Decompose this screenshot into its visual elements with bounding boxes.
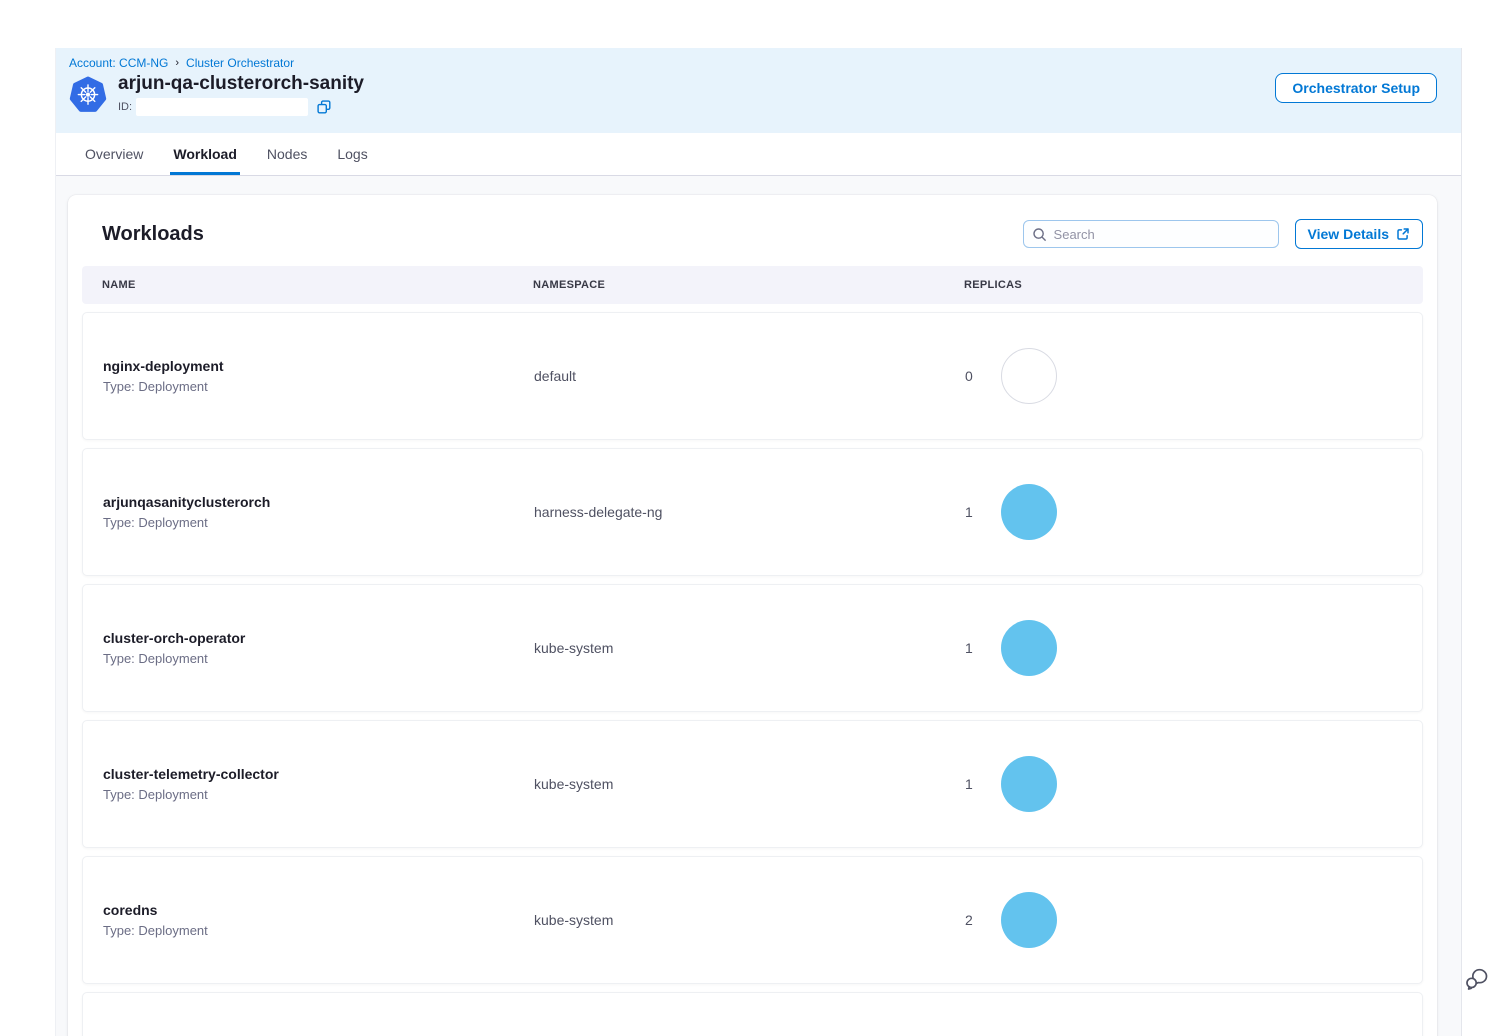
- workload-type: Type: Deployment: [103, 923, 514, 938]
- content-area: Workloads View Details: [56, 176, 1461, 1036]
- workload-namespace: default: [514, 368, 945, 384]
- workload-type: Type: Deployment: [103, 651, 514, 666]
- replica-count: 1: [965, 776, 973, 792]
- workload-namespace: kube-system: [514, 640, 945, 656]
- workload-type: Type: Deployment: [103, 379, 514, 394]
- page-title: arjun-qa-clusterorch-sanity: [118, 73, 364, 95]
- copy-icon[interactable]: [317, 100, 331, 114]
- replica-count: 2: [965, 912, 973, 928]
- workloads-heading: Workloads: [102, 223, 204, 246]
- table-row[interactable]: cluster-orch-operator Type: Deployment k…: [82, 584, 1423, 712]
- workload-name: cluster-telemetry-collector: [103, 766, 514, 782]
- view-details-button[interactable]: View Details: [1295, 219, 1423, 249]
- table-header-row: NAME NAMESPACE REPLICAS: [82, 266, 1423, 304]
- tab-nodes[interactable]: Nodes: [264, 133, 310, 175]
- kubernetes-icon: [68, 75, 108, 115]
- replica-count: 0: [965, 368, 973, 384]
- view-details-label: View Details: [1308, 226, 1389, 242]
- table-row[interactable]: coredns Type: Deployment kube-system 2: [82, 856, 1423, 984]
- column-header-name: NAME: [82, 279, 513, 291]
- replica-status-circle: [1001, 484, 1057, 540]
- tab-logs[interactable]: Logs: [334, 133, 370, 175]
- column-header-namespace: NAMESPACE: [513, 279, 944, 291]
- workload-namespace: kube-system: [514, 776, 945, 792]
- chat-bubbles-icon[interactable]: [1464, 966, 1492, 994]
- cluster-title-row: arjun-qa-clusterorch-sanity ID:: [68, 73, 1437, 116]
- tab-workload[interactable]: Workload: [170, 133, 240, 175]
- table-row[interactable]: arjunqasanityclusterorch Type: Deploymen…: [82, 448, 1423, 576]
- breadcrumb-section-link[interactable]: Cluster Orchestrator: [186, 56, 294, 70]
- replica-status-circle: [1001, 756, 1057, 812]
- cluster-id-label: ID:: [118, 101, 132, 113]
- replica-count: 1: [965, 504, 973, 520]
- workload-namespace: harness-delegate-ng: [514, 504, 945, 520]
- workload-name: cluster-orch-operator: [103, 630, 514, 646]
- cluster-id-redacted-value: [136, 98, 308, 116]
- workload-name: arjunqasanityclusterorch: [103, 494, 514, 510]
- table-row[interactable]: cluster-telemetry-collector Type: Deploy…: [82, 720, 1423, 848]
- workload-namespace: kube-system: [514, 912, 945, 928]
- external-link-icon: [1396, 227, 1410, 241]
- table-body: nginx-deployment Type: Deployment defaul…: [82, 312, 1423, 984]
- tab-overview[interactable]: Overview: [82, 133, 146, 175]
- orchestrator-setup-button[interactable]: Orchestrator Setup: [1275, 73, 1437, 103]
- breadcrumb-account-link[interactable]: Account: CCM-NG: [69, 56, 168, 70]
- replica-status-circle: [1001, 348, 1057, 404]
- table-row-partial[interactable]: [82, 992, 1423, 1036]
- page-header: Account: CCM-NG › Cluster Orchestrator: [56, 48, 1461, 133]
- app-window: Account: CCM-NG › Cluster Orchestrator: [55, 48, 1462, 1036]
- breadcrumb-chevron-icon: ›: [175, 56, 179, 70]
- replica-status-circle: [1001, 892, 1057, 948]
- search-icon: [1032, 227, 1047, 242]
- workload-type: Type: Deployment: [103, 787, 514, 802]
- search-box[interactable]: [1023, 220, 1279, 248]
- workload-name: nginx-deployment: [103, 358, 514, 374]
- workloads-panel: Workloads View Details: [68, 195, 1437, 1036]
- replica-count: 1: [965, 640, 973, 656]
- workload-type: Type: Deployment: [103, 515, 514, 530]
- search-input[interactable]: [1054, 227, 1270, 242]
- table-row[interactable]: nginx-deployment Type: Deployment defaul…: [82, 312, 1423, 440]
- breadcrumb: Account: CCM-NG › Cluster Orchestrator: [68, 56, 1437, 70]
- column-header-replicas: REPLICAS: [944, 279, 1423, 291]
- replica-status-circle: [1001, 620, 1057, 676]
- tab-bar: Overview Workload Nodes Logs: [56, 133, 1461, 176]
- workload-name: coredns: [103, 902, 514, 918]
